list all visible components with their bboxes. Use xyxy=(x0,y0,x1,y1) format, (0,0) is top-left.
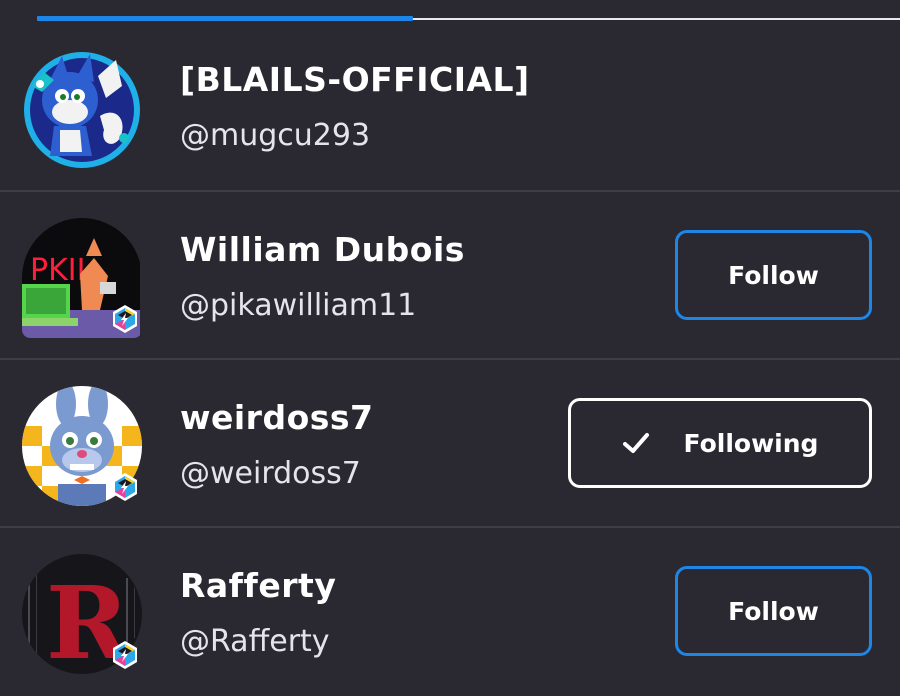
tails-fox-avatar-icon xyxy=(24,52,140,168)
user-handle: @mugcu293 xyxy=(180,118,371,153)
list-item[interactable]: [BLAILS-OFFICIAL] @mugcu293 xyxy=(0,22,900,192)
active-tab-indicator xyxy=(37,16,413,21)
user-handle: @Rafferty xyxy=(180,624,330,659)
avatar[interactable]: PKII xyxy=(22,218,142,338)
list-item[interactable]: R Rafferty @Rafferty Follow xyxy=(0,528,900,696)
avatar[interactable] xyxy=(22,386,142,506)
following-button[interactable]: Following xyxy=(568,398,872,488)
community-badge-icon xyxy=(113,305,137,333)
svg-text:PKII: PKII xyxy=(30,253,85,288)
user-display-name: Rafferty xyxy=(180,566,337,605)
user-list: [BLAILS-OFFICIAL] @mugcu293 PKII William… xyxy=(0,22,900,696)
follow-button[interactable]: Follow xyxy=(675,566,872,656)
list-item[interactable]: weirdoss7 @weirdoss7 Following xyxy=(0,360,900,528)
following-button-label: Following xyxy=(683,428,819,458)
tab-bar xyxy=(0,0,900,22)
user-handle: @weirdoss7 xyxy=(180,456,361,491)
user-display-name: William Dubois xyxy=(180,230,465,269)
checkmark-icon xyxy=(622,433,649,453)
avatar[interactable]: R xyxy=(22,554,142,674)
user-display-name: [BLAILS-OFFICIAL] xyxy=(180,60,530,99)
follow-button-label: Follow xyxy=(728,260,819,290)
community-badge-icon xyxy=(113,473,137,501)
follow-button[interactable]: Follow xyxy=(675,230,872,320)
user-handle: @pikawilliam11 xyxy=(180,288,417,323)
follow-button-label: Follow xyxy=(728,596,819,626)
avatar[interactable] xyxy=(22,48,142,168)
user-display-name: weirdoss7 xyxy=(180,398,374,437)
community-badge-icon xyxy=(113,641,137,669)
list-item[interactable]: PKII William Dubois @pikawilliam11 Follo… xyxy=(0,192,900,360)
